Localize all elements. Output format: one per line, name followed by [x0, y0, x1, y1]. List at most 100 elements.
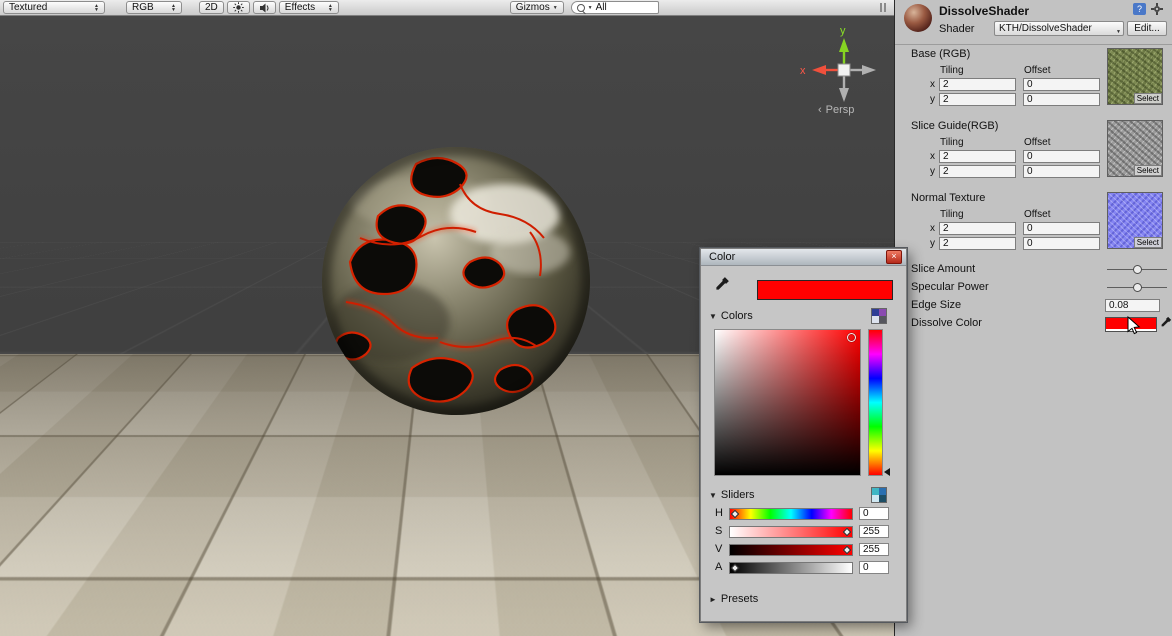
gear-icon[interactable] — [1151, 3, 1163, 15]
v-label: V — [715, 543, 723, 555]
gizmo-y-label: y — [840, 25, 846, 37]
separator — [895, 44, 1172, 45]
dissolve-sphere[interactable] — [320, 142, 592, 420]
tiling-header: Tiling — [940, 65, 964, 76]
hue-bar[interactable] — [868, 329, 883, 476]
tiling-x-field[interactable]: 2 — [939, 222, 1016, 235]
value-slider[interactable] — [729, 544, 853, 556]
updown-arrows-icon: ▲ ▼ — [94, 2, 99, 13]
window-title-bar[interactable]: Color × — [701, 249, 906, 266]
tiling-x-field[interactable]: 2 — [939, 78, 1016, 91]
effects-label: Effects — [284, 2, 316, 13]
a-value-field[interactable]: 0 — [859, 561, 889, 574]
normal-texture-thumbnail[interactable]: Select — [1107, 192, 1163, 249]
edge-size-field[interactable]: 0.08 — [1105, 299, 1160, 312]
search-icon — [576, 3, 585, 12]
offset-x-field[interactable]: 0 — [1023, 150, 1100, 163]
select-texture-button[interactable]: Select — [1133, 237, 1162, 248]
foldout-open-icon: ▼ — [709, 311, 717, 321]
s-value-field[interactable]: 255 — [859, 525, 889, 538]
scene-lighting-button[interactable] — [226, 1, 250, 14]
offset-header: Offset — [1024, 209, 1051, 220]
colors-foldout[interactable]: ▼ Colors — [709, 310, 753, 322]
specular-power-label: Specular Power — [911, 281, 989, 293]
row-x-label: x — [930, 223, 935, 234]
shading-mode-label: Textured — [9, 2, 48, 13]
toggle-2d-button[interactable]: 2D — [199, 1, 224, 14]
effects-dropdown[interactable]: Effects ▲ ▼ — [278, 1, 339, 14]
eyedropper-icon[interactable] — [1159, 316, 1172, 329]
window-title: Color — [709, 251, 736, 263]
eyedropper-tool-button[interactable] — [713, 276, 730, 293]
slider-knob[interactable] — [1133, 265, 1142, 274]
video-progress-bar — [0, 628, 147, 636]
h-label: H — [715, 507, 723, 519]
section-title: Base (RGB) — [911, 48, 971, 60]
offset-y-field[interactable]: 0 — [1023, 237, 1100, 250]
slider-knob[interactable] — [1133, 283, 1142, 292]
edge-size-row: Edge Size 0.08 — [895, 298, 1172, 314]
dropdown-arrow-icon: ▼ — [552, 4, 558, 11]
offset-x-field[interactable]: 0 — [1023, 78, 1100, 91]
unity-editor-window: Textured ▲ ▼ RGB ▲ ▼ 2D Effects ▲ ▼ Gizm… — [0, 0, 1172, 636]
tiling-x-field[interactable]: 2 — [939, 150, 1016, 163]
h-value-field[interactable]: 0 — [859, 507, 889, 520]
alpha-slider[interactable] — [729, 562, 853, 574]
sliders-foldout[interactable]: ▼ Sliders — [709, 489, 755, 501]
color-grid-icon[interactable] — [871, 308, 887, 324]
current-color-bar — [757, 280, 893, 300]
help-icon[interactable]: ? — [1133, 3, 1146, 15]
foldout-closed-icon: ► — [709, 594, 717, 604]
scene-audio-button[interactable] — [252, 1, 276, 14]
shader-dropdown[interactable]: KTH/DissolveShader ▼ — [994, 21, 1124, 36]
specular-power-slider[interactable] — [1107, 281, 1167, 294]
base-texture-thumbnail[interactable]: Select — [1107, 48, 1163, 105]
offset-header: Offset — [1024, 137, 1051, 148]
row-y-label: y — [930, 238, 935, 249]
tiling-header: Tiling — [940, 209, 964, 220]
orientation-gizmo[interactable]: y x — [798, 22, 894, 114]
mouse-cursor — [1127, 316, 1141, 335]
rgb-hsv-switch-icon[interactable] — [871, 487, 887, 503]
section-title: Normal Texture — [911, 192, 986, 204]
tiling-y-field[interactable]: 2 — [939, 237, 1016, 250]
s-label: S — [715, 525, 723, 537]
tiling-y-field[interactable]: 2 — [939, 165, 1016, 178]
scene-search-field[interactable]: ▼ All — [570, 1, 659, 14]
saturation-slider[interactable] — [729, 526, 853, 538]
a-label: A — [715, 561, 723, 573]
offset-y-field[interactable]: 0 — [1023, 93, 1100, 106]
foldout-open-icon: ▼ — [709, 490, 717, 500]
persp-cone-icon: ‹ — [818, 104, 822, 116]
edge-size-label: Edge Size — [911, 299, 962, 311]
slice-guide-texture-thumbnail[interactable]: Select — [1107, 120, 1163, 177]
value-slider-row: V 255 — [701, 543, 908, 557]
material-preview-icon — [904, 4, 932, 32]
row-x-label: x — [930, 151, 935, 162]
v-value-field[interactable]: 255 — [859, 543, 889, 556]
shader-label: Shader — [939, 23, 975, 35]
edit-shader-button[interactable]: Edit... — [1127, 21, 1167, 36]
tiling-header: Tiling — [940, 137, 964, 148]
gizmo-x-label: x — [800, 65, 806, 77]
sv-picker-marker — [847, 333, 856, 342]
slice-amount-label: Slice Amount — [911, 263, 976, 275]
select-texture-button[interactable]: Select — [1133, 165, 1162, 176]
offset-y-field[interactable]: 0 — [1023, 165, 1100, 178]
presets-foldout[interactable]: ► Presets — [709, 593, 758, 605]
slice-amount-slider[interactable] — [1107, 263, 1167, 276]
select-texture-button[interactable]: Select — [1133, 93, 1162, 104]
updown-arrows-icon: ▲ ▼ — [171, 2, 176, 13]
projection-toggle[interactable]: ‹ Persp — [818, 104, 854, 116]
gizmo-center-cube[interactable] — [837, 63, 851, 77]
hue-slider[interactable] — [729, 508, 853, 520]
offset-x-field[interactable]: 0 — [1023, 222, 1100, 235]
saturation-value-picker[interactable] — [714, 329, 861, 476]
alpha-slider-row: A 0 — [701, 561, 908, 575]
shading-mode-dropdown[interactable]: Textured ▲ ▼ — [3, 1, 105, 14]
close-button[interactable]: × — [886, 250, 902, 264]
tiling-y-field[interactable]: 2 — [939, 93, 1016, 106]
slider-marker — [842, 527, 852, 537]
render-channels-dropdown[interactable]: RGB ▲ ▼ — [126, 1, 182, 14]
gizmos-dropdown[interactable]: Gizmos ▼ — [509, 1, 564, 14]
